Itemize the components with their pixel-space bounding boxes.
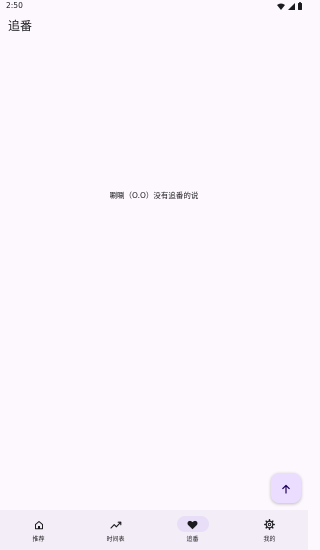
gear-icon bbox=[264, 515, 275, 534]
nav-label: 推荐 bbox=[32, 536, 45, 543]
status-time: 2:50 bbox=[6, 1, 23, 10]
nav-label: 我的 bbox=[263, 536, 276, 543]
bottom-navigation: 推荐 时间表 追番 我的 bbox=[0, 510, 308, 550]
trending-icon bbox=[109, 515, 122, 534]
signal-icon bbox=[288, 2, 295, 10]
nav-indicator-active bbox=[176, 515, 209, 534]
nav-indicator bbox=[254, 516, 286, 532]
nav-item-schedule[interactable]: 时间表 bbox=[77, 510, 154, 550]
battery-icon bbox=[298, 2, 302, 10]
status-icons bbox=[277, 2, 302, 10]
wifi-icon bbox=[277, 3, 285, 10]
scroll-to-top-button[interactable] bbox=[271, 473, 301, 503]
status-bar: 2:50 bbox=[0, 0, 308, 12]
nav-item-mine[interactable]: 我的 bbox=[231, 510, 308, 550]
empty-state-message: 唰唰（O.O）没有追番的说 bbox=[109, 191, 199, 200]
nav-item-following[interactable]: 追番 bbox=[154, 510, 231, 550]
nav-label: 时间表 bbox=[106, 536, 125, 543]
home-icon bbox=[34, 515, 44, 534]
nav-indicator bbox=[23, 516, 55, 532]
nav-indicator bbox=[100, 516, 132, 532]
page-title: 追番 bbox=[8, 19, 33, 33]
app-bar: 追番 bbox=[0, 12, 308, 42]
nav-label: 追番 bbox=[186, 536, 199, 543]
heart-icon bbox=[187, 515, 198, 534]
arrow-up-icon bbox=[281, 479, 291, 498]
nav-item-recommend[interactable]: 推荐 bbox=[0, 510, 77, 550]
